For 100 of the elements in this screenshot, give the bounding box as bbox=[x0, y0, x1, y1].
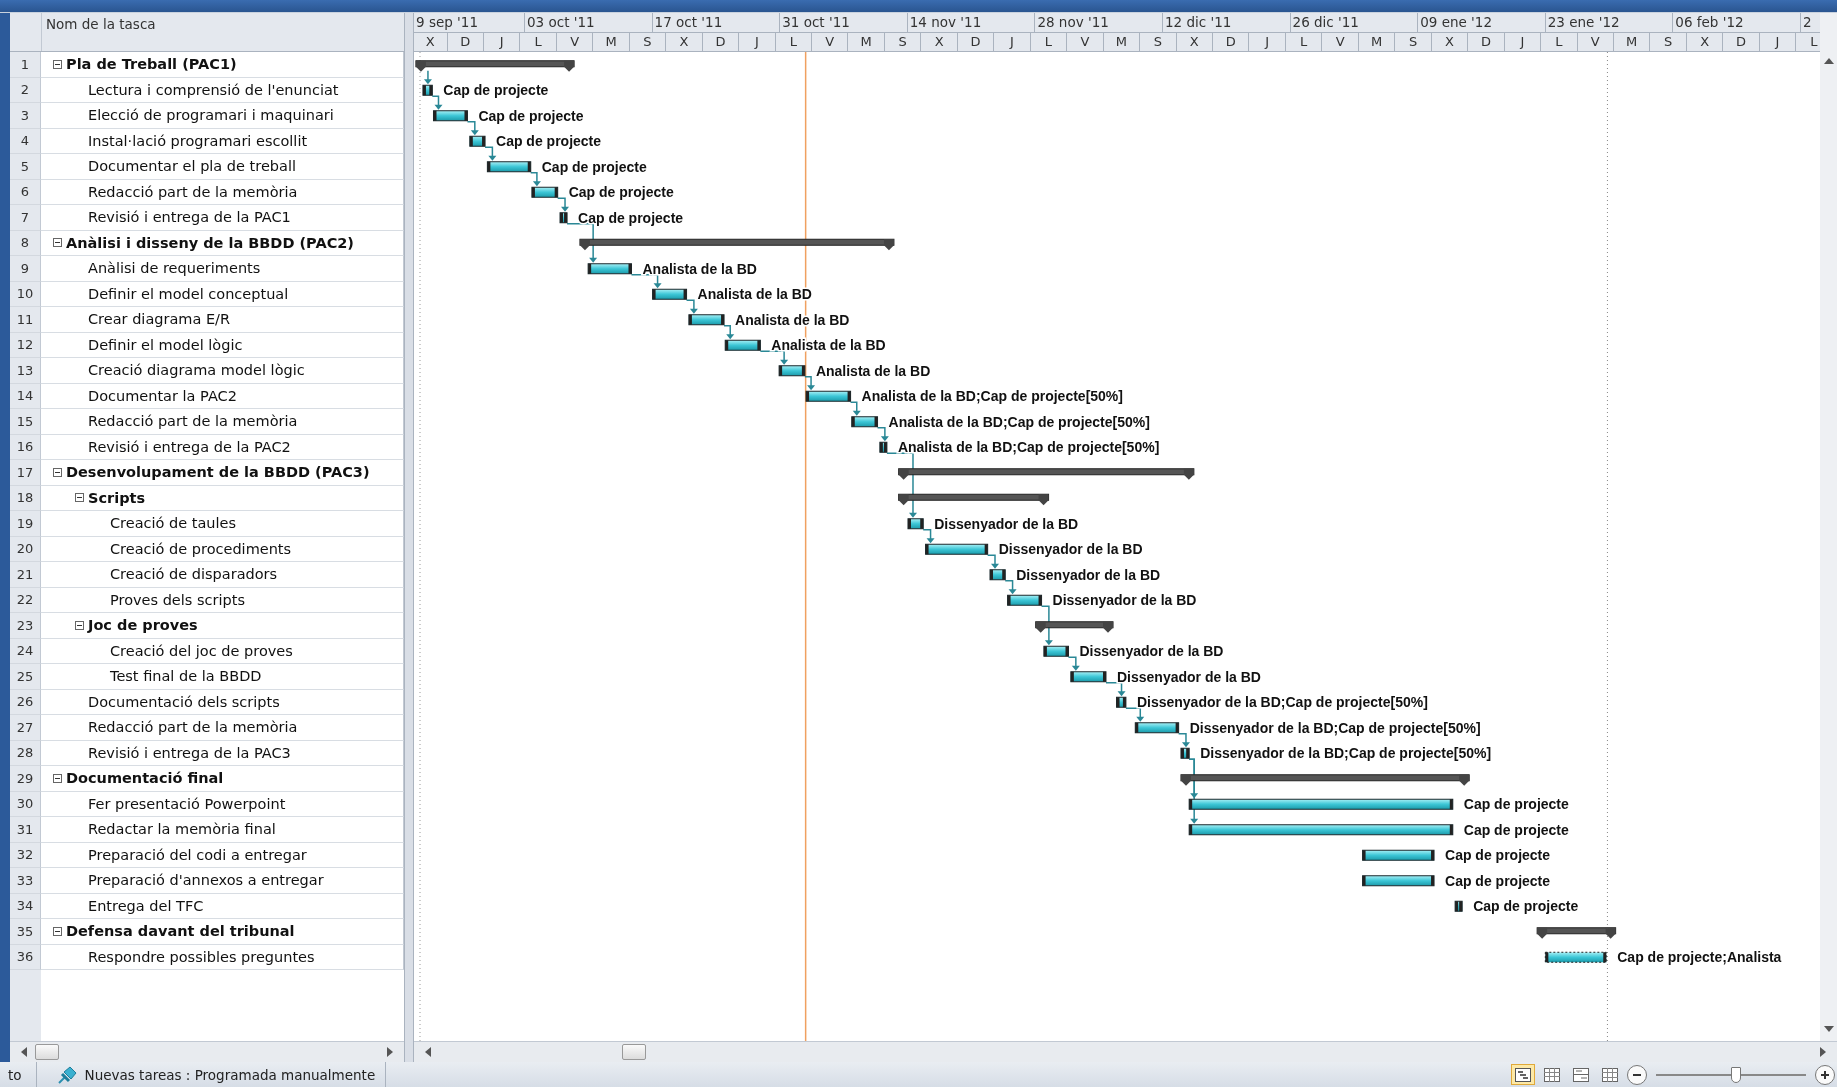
timescale-day: L bbox=[1030, 32, 1068, 51]
task-name[interactable]: Redacció part de la memòria bbox=[41, 715, 404, 741]
resource-label: Cap de projecte bbox=[568, 184, 674, 201]
task-name[interactable]: Documentació final bbox=[41, 766, 404, 792]
timescale-day: L bbox=[520, 32, 557, 51]
horizontal-scrollbar[interactable] bbox=[10, 1041, 404, 1062]
resource-label: Cap de projecte bbox=[1463, 796, 1569, 813]
task-name[interactable]: Anàlisi i disseny de la BBDD (PAC2) bbox=[41, 230, 404, 256]
task-name[interactable]: Joc de proves bbox=[41, 613, 404, 639]
resource-label: Cap de projecte bbox=[443, 82, 549, 99]
timescale-date: 31 oct '11 bbox=[780, 13, 908, 32]
link-arrow bbox=[530, 172, 541, 187]
plus-icon bbox=[1820, 1069, 1830, 1080]
task-name[interactable]: Creació del joc de proves bbox=[41, 638, 404, 664]
task-name[interactable]: Documentar la PAC2 bbox=[41, 383, 404, 409]
row-number: 4 bbox=[10, 128, 41, 154]
resource-label: Analista de la BD;Cap de projecte[50%] bbox=[897, 439, 1160, 456]
timescale-day: J bbox=[1249, 32, 1286, 51]
task-name[interactable]: Entrega del TFC bbox=[41, 893, 404, 919]
collapse-icon[interactable] bbox=[53, 59, 62, 69]
task-name[interactable]: Desenvolupament de la BBDD (PAC3) bbox=[41, 460, 404, 486]
collapse-icon[interactable] bbox=[53, 238, 62, 248]
task-name[interactable]: Documentar el pla de treball bbox=[41, 154, 404, 180]
timescale-date: 28 nov '11 bbox=[1035, 13, 1163, 32]
task-name[interactable]: Instal·lació programari escollit bbox=[41, 128, 404, 154]
task-name[interactable]: Creació de taules bbox=[41, 511, 404, 537]
vertical-scrollbar[interactable] bbox=[1820, 13, 1837, 1041]
task-bar bbox=[559, 212, 568, 224]
timescale-day: V bbox=[812, 32, 849, 51]
resource-label: Cap de projecte bbox=[1463, 821, 1569, 838]
view-button[interactable] bbox=[1511, 1064, 1535, 1085]
collapse-icon[interactable] bbox=[53, 467, 62, 477]
task-bar bbox=[724, 339, 761, 351]
task-bar bbox=[1544, 951, 1607, 963]
timescale-day: S bbox=[884, 32, 922, 51]
task-name[interactable]: Defensa davant del tribunal bbox=[41, 919, 404, 945]
task-bar bbox=[1116, 696, 1127, 708]
link-arrow bbox=[685, 299, 698, 314]
task-name[interactable]: Lectura i comprensió de l'enunciat bbox=[41, 77, 404, 103]
row-number: 5 bbox=[10, 154, 41, 180]
timescale-date: 9 sep '11 bbox=[414, 13, 525, 32]
task-name[interactable]: Definir el model conceptual bbox=[41, 281, 404, 307]
resource-label: Dissenyador de la BD bbox=[1052, 592, 1197, 609]
row-number: 20 bbox=[10, 536, 41, 562]
row-number: 16 bbox=[10, 434, 41, 460]
new-tasks-mode[interactable]: Nuevas tareas : Programada manualmente bbox=[36, 1062, 387, 1087]
task-bar bbox=[1454, 900, 1463, 912]
collapse-icon[interactable] bbox=[53, 926, 62, 936]
task-name[interactable]: Respondre possibles preguntes bbox=[41, 944, 404, 970]
task-name[interactable]: Creació de procediments bbox=[41, 536, 404, 562]
task-name[interactable]: Redacció part de la memòria bbox=[41, 409, 404, 435]
zoom-in-button[interactable] bbox=[1815, 1064, 1835, 1085]
task-name[interactable]: Anàlisi de requeriments bbox=[41, 256, 404, 282]
task-name[interactable]: Creació diagrama model lògic bbox=[41, 358, 404, 384]
task-name[interactable]: Scripts bbox=[41, 485, 404, 511]
row-number: 28 bbox=[10, 740, 41, 766]
task-name[interactable]: Revisió i entrega de la PAC2 bbox=[41, 434, 404, 460]
form-view-icon bbox=[1573, 1067, 1589, 1082]
task-name[interactable]: Crear diagrama E/R bbox=[41, 307, 404, 333]
row-number: 26 bbox=[10, 689, 41, 715]
task-name[interactable]: Fer presentació Powerpoint bbox=[41, 791, 404, 817]
link-arrow bbox=[556, 197, 569, 212]
task-name[interactable]: Revisió i entrega de la PAC1 bbox=[41, 205, 404, 231]
timescale-date: 23 ene '12 bbox=[1545, 13, 1674, 32]
task-name[interactable]: Creació de disparadors bbox=[41, 562, 404, 588]
task-name[interactable]: Test final de la BBDD bbox=[41, 664, 404, 690]
row-number: 8 bbox=[10, 230, 41, 256]
task-name[interactable]: Definir el model lògic bbox=[41, 332, 404, 358]
row-number: 34 bbox=[10, 893, 41, 919]
status-text: to bbox=[0, 1062, 37, 1087]
resource-label: Dissenyador de la BD bbox=[1079, 643, 1224, 660]
resource-label: Dissenyador de la BD;Cap de projecte[50%] bbox=[1136, 694, 1428, 711]
timescale-day: J bbox=[739, 32, 776, 51]
horizontal-scrollbar[interactable] bbox=[414, 1041, 1837, 1062]
collapse-icon[interactable] bbox=[75, 620, 84, 630]
task-name[interactable]: Proves dels scripts bbox=[41, 587, 404, 613]
row-number: 19 bbox=[10, 511, 41, 537]
timescale-day: V bbox=[1322, 32, 1359, 51]
collapse-icon[interactable] bbox=[75, 493, 84, 503]
zoom-out-button[interactable] bbox=[1627, 1064, 1647, 1085]
task-bar bbox=[1134, 722, 1180, 734]
timescale-day: L bbox=[1285, 32, 1323, 51]
timescale-date: 09 ene '12 bbox=[1418, 13, 1546, 32]
task-name[interactable]: Redacció part de la memòria bbox=[41, 179, 404, 205]
task-bar bbox=[652, 288, 688, 300]
task-bar bbox=[486, 161, 532, 173]
row-number: 11 bbox=[10, 307, 41, 333]
link-arrow bbox=[423, 70, 432, 85]
task-name[interactable]: Preparació d'annexos a entregar bbox=[41, 868, 404, 894]
task-name[interactable]: Preparació del codi a entregar bbox=[41, 842, 404, 868]
task-name[interactable]: Elecció de programari i maquinari bbox=[41, 103, 404, 129]
resource-label: Analista de la BD bbox=[642, 260, 757, 277]
resource-label: Dissenyador de la BD bbox=[1117, 668, 1261, 685]
collapse-icon[interactable] bbox=[53, 773, 62, 783]
task-bar bbox=[531, 186, 559, 198]
task-name[interactable]: Revisió i entrega de la PAC3 bbox=[41, 740, 404, 766]
task-name[interactable]: Documentació dels scripts bbox=[41, 689, 404, 715]
timescale-day: V bbox=[1067, 32, 1104, 51]
task-name[interactable]: Redactar la memòria final bbox=[41, 817, 404, 843]
task-name[interactable]: Pla de Treball (PAC1) bbox=[41, 52, 404, 78]
